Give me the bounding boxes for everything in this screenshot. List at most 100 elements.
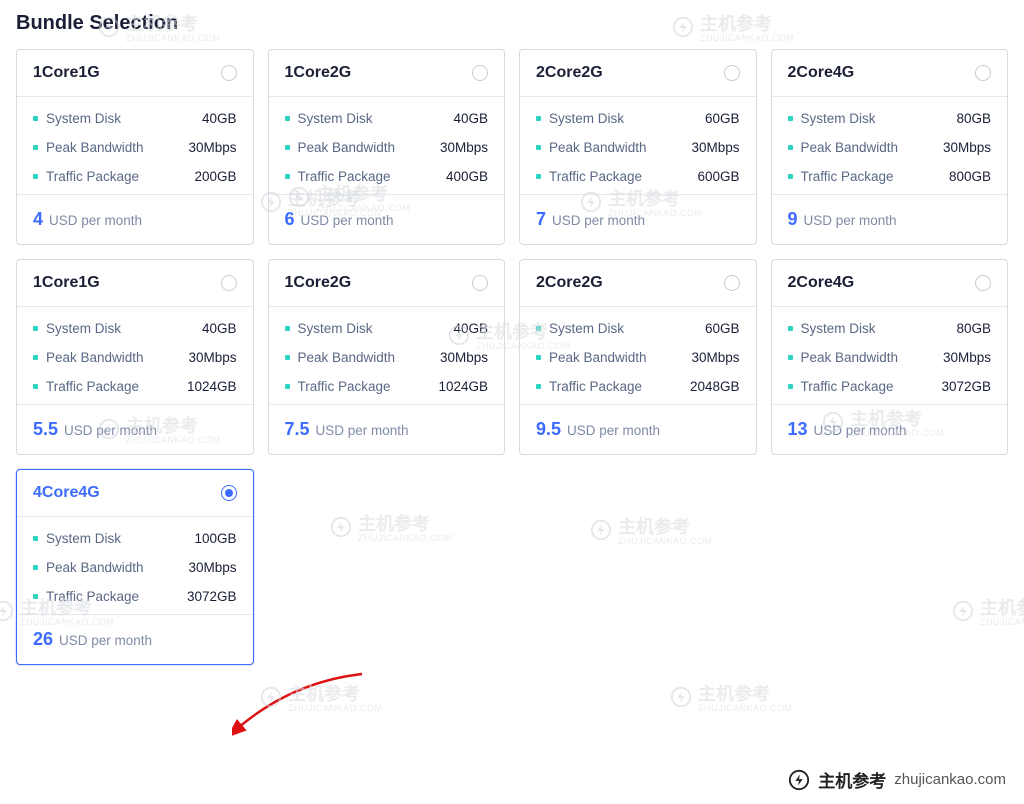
spec-system-disk: System Disk 60GB [536, 111, 740, 126]
spec-value: 30Mbps [188, 350, 236, 365]
spec-value: 30Mbps [943, 350, 991, 365]
bundle-footer: 9.5 USD per month [520, 404, 756, 454]
spec-value: 40GB [453, 321, 488, 336]
bundle-footer: 7.5 USD per month [269, 404, 505, 454]
price-value: 13 [788, 419, 808, 440]
radio-icon[interactable] [975, 65, 991, 81]
bullet-icon [33, 384, 38, 389]
spec-traffic-package: Traffic Package 1024GB [33, 379, 237, 394]
bundle-footer: 9 USD per month [772, 194, 1008, 244]
bundle-card-6[interactable]: 2Core2G System Disk 60GB Peak Bandwidth … [519, 259, 757, 455]
price-unit: USD per month [59, 633, 152, 648]
spec-label: Traffic Package [801, 379, 894, 394]
spec-value: 80GB [956, 321, 991, 336]
spec-value: 100GB [194, 531, 236, 546]
spec-label: Traffic Package [549, 169, 642, 184]
spec-label: Traffic Package [549, 379, 642, 394]
bundle-footer: 7 USD per month [520, 194, 756, 244]
watermark: 主机参考ZHUJICANKAO.COM [670, 680, 793, 713]
bundle-card-3[interactable]: 2Core4G System Disk 80GB Peak Bandwidth … [771, 49, 1009, 245]
spec-label: Peak Bandwidth [46, 140, 144, 155]
footer-brand-domain: zhujicankao.com [894, 771, 1006, 788]
bundle-card-2[interactable]: 2Core2G System Disk 60GB Peak Bandwidth … [519, 49, 757, 245]
bullet-icon [285, 116, 290, 121]
spec-value: 1024GB [438, 379, 488, 394]
radio-icon[interactable] [221, 275, 237, 291]
spec-label: Peak Bandwidth [549, 350, 647, 365]
spec-traffic-package: Traffic Package 200GB [33, 169, 237, 184]
arrow-annotation [232, 672, 382, 742]
bundle-title: 2Core4G [788, 274, 855, 292]
watermark: 主机参考ZHUJICANKAO.COM [260, 680, 383, 713]
price-unit: USD per month [64, 423, 157, 438]
spec-value: 30Mbps [943, 140, 991, 155]
bullet-icon [788, 145, 793, 150]
spec-system-disk: System Disk 40GB [285, 111, 489, 126]
bullet-icon [788, 355, 793, 360]
bullet-icon [536, 174, 541, 179]
bundle-footer: 13 USD per month [772, 404, 1008, 454]
price-unit: USD per month [567, 423, 660, 438]
bolt-circle-icon [788, 769, 810, 791]
bundle-card-7[interactable]: 2Core4G System Disk 80GB Peak Bandwidth … [771, 259, 1009, 455]
spec-list: System Disk 100GB Peak Bandwidth 30Mbps … [17, 517, 253, 614]
spec-value: 30Mbps [691, 140, 739, 155]
spec-list: System Disk 40GB Peak Bandwidth 30Mbps T… [269, 97, 505, 194]
spec-value: 2048GB [690, 379, 740, 394]
spec-value: 60GB [705, 321, 740, 336]
bundle-card-4[interactable]: 1Core1G System Disk 40GB Peak Bandwidth … [16, 259, 254, 455]
spec-peak-bandwidth: Peak Bandwidth 30Mbps [285, 350, 489, 365]
bundle-title: 1Core1G [33, 274, 100, 292]
radio-icon[interactable] [221, 65, 237, 81]
spec-traffic-package: Traffic Package 1024GB [285, 379, 489, 394]
spec-label: Peak Bandwidth [298, 140, 396, 155]
spec-value: 30Mbps [188, 560, 236, 575]
bundle-card-0[interactable]: 1Core1G System Disk 40GB Peak Bandwidth … [16, 49, 254, 245]
spec-list: System Disk 40GB Peak Bandwidth 30Mbps T… [17, 307, 253, 404]
bullet-icon [33, 536, 38, 541]
spec-traffic-package: Traffic Package 3072GB [788, 379, 992, 394]
bundle-footer: 5.5 USD per month [17, 404, 253, 454]
spec-system-disk: System Disk 40GB [33, 111, 237, 126]
bundle-footer: 6 USD per month [269, 194, 505, 244]
spec-list: System Disk 80GB Peak Bandwidth 30Mbps T… [772, 307, 1008, 404]
spec-traffic-package: Traffic Package 800GB [788, 169, 992, 184]
spec-system-disk: System Disk 60GB [536, 321, 740, 336]
watermark: 主机参考ZHUJICANKAO.COM [952, 594, 1024, 627]
spec-value: 3072GB [941, 379, 991, 394]
spec-label: Peak Bandwidth [298, 350, 396, 365]
spec-label: System Disk [549, 321, 624, 336]
bundle-title: 1Core2G [285, 64, 352, 82]
spec-label: System Disk [46, 531, 121, 546]
spec-peak-bandwidth: Peak Bandwidth 30Mbps [788, 140, 992, 155]
radio-icon[interactable] [724, 65, 740, 81]
radio-icon[interactable] [221, 485, 237, 501]
bullet-icon [788, 116, 793, 121]
spec-system-disk: System Disk 100GB [33, 531, 237, 546]
bundle-card-5[interactable]: 1Core2G System Disk 40GB Peak Bandwidth … [268, 259, 506, 455]
spec-label: System Disk [801, 111, 876, 126]
radio-icon[interactable] [472, 275, 488, 291]
spec-value: 40GB [202, 111, 237, 126]
spec-label: Traffic Package [801, 169, 894, 184]
price-value: 9.5 [536, 419, 561, 440]
spec-label: System Disk [298, 111, 373, 126]
radio-icon[interactable] [724, 275, 740, 291]
spec-value: 40GB [202, 321, 237, 336]
bullet-icon [285, 355, 290, 360]
spec-peak-bandwidth: Peak Bandwidth 30Mbps [536, 350, 740, 365]
radio-icon[interactable] [472, 65, 488, 81]
spec-list: System Disk 40GB Peak Bandwidth 30Mbps T… [269, 307, 505, 404]
spec-list: System Disk 80GB Peak Bandwidth 30Mbps T… [772, 97, 1008, 194]
spec-system-disk: System Disk 40GB [285, 321, 489, 336]
bundle-card-header: 1Core2G [269, 260, 505, 307]
bundle-card-header: 1Core1G [17, 260, 253, 307]
price-unit: USD per month [552, 213, 645, 228]
watermark: 主机参考ZHUJICANKAO.COM [330, 510, 453, 543]
bundle-card-8[interactable]: 4Core4G System Disk 100GB Peak Bandwidth… [16, 469, 254, 665]
spec-label: Peak Bandwidth [801, 350, 899, 365]
bundle-card-1[interactable]: 1Core2G System Disk 40GB Peak Bandwidth … [268, 49, 506, 245]
spec-list: System Disk 60GB Peak Bandwidth 30Mbps T… [520, 97, 756, 194]
radio-icon[interactable] [975, 275, 991, 291]
bundle-card-header: 2Core4G [772, 50, 1008, 97]
